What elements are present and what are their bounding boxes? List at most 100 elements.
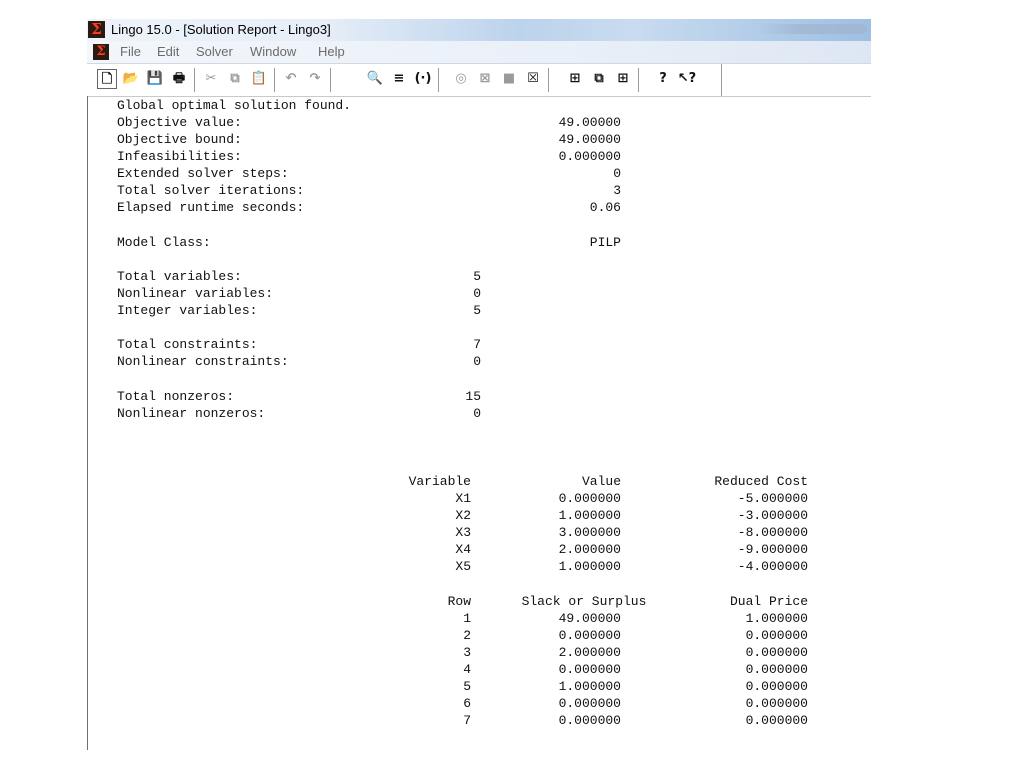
summary-label: Objective value: [117,115,242,130]
find-icon[interactable]: 🔍 [365,69,385,89]
row-slack: 0.000000 [558,713,621,728]
toolbar-separator [438,68,439,92]
toolbar-end-divider [721,64,722,96]
objective-bound: 49.00000 [558,132,621,147]
undo-icon[interactable]: ↶ [281,69,301,89]
window-left-border [87,96,88,750]
row-number: 4 [463,662,471,677]
iterations-value: 3 [613,183,621,198]
runtime-value: 0.06 [589,200,621,215]
variable-reduced-cost: -5.000000 [737,491,808,506]
model-class-label: Model Class: [117,235,211,250]
infeasibilities-value: 0.000000 [558,149,621,164]
context-help-icon[interactable]: ↖? [677,69,697,89]
document-sigma-icon[interactable]: Σ [93,44,109,60]
row-number: 6 [463,696,471,711]
help-icon[interactable]: ? [653,69,673,89]
variables-header-variable: Variable [408,474,471,489]
row-slack: 0.000000 [558,628,621,643]
summary-label: Extended solver steps: [117,166,289,181]
toolbar-separator [548,68,549,92]
variable-reduced-cost: -3.000000 [737,508,808,523]
summary-label: Infeasibilities: [117,149,242,164]
toolbar-separator [194,68,195,92]
row-dual-price: 0.000000 [745,713,808,728]
toolbar-separator [638,68,639,92]
row-number: 1 [463,611,471,626]
variable-reduced-cost: -9.000000 [737,542,808,557]
menu-solver[interactable]: Solver [196,44,233,60]
summary-label: Objective bound: [117,132,242,147]
copy-icon[interactable]: ⧉ [225,69,245,89]
variable-name: X3 [455,525,471,540]
count-label: Integer variables: [117,303,258,318]
match-parenthesis-icon[interactable]: (·) [413,69,433,89]
lingo-sigma-icon[interactable]: Σ [88,21,105,38]
title-bar-decoration [757,24,867,34]
count-value: 0 [473,354,481,369]
variable-value: 0.000000 [558,491,621,506]
paste-icon[interactable]: 📋 [249,69,269,89]
cut-icon[interactable]: ✂ [201,69,221,89]
variable-value: 1.000000 [558,559,621,574]
count-value: 7 [473,337,481,352]
solve-icon[interactable]: ◎ [451,69,471,89]
count-label: Nonlinear nonzeros: [117,406,266,421]
window-title: Lingo 15.0 - [Solution Report - Lingo3] [111,22,331,37]
row-slack: 1.000000 [558,679,621,694]
row-number: 3 [463,645,471,660]
count-value: 0 [473,286,481,301]
menu-help[interactable]: Help [318,44,345,60]
variables-header-value: Value [581,474,621,489]
rows-header-slack: Slack or Surplus [521,594,647,609]
variable-name: X1 [455,491,471,506]
row-number: 5 [463,679,471,694]
tile-icon[interactable]: ⊞ [565,69,585,89]
extended-steps-value: 0 [613,166,621,181]
row-dual-price: 0.000000 [745,628,808,643]
menu-bar: Σ File Edit Solver Window Help [87,41,871,64]
variable-reduced-cost: -4.000000 [737,559,808,574]
redo-icon[interactable]: ↷ [305,69,325,89]
count-value: 15 [465,389,481,404]
count-label: Nonlinear variables: [117,286,274,301]
toolbar-separator [274,68,275,92]
save-icon[interactable]: 💾 [145,69,165,89]
row-slack: 0.000000 [558,696,621,711]
count-label: Total variables: [117,269,242,284]
close-all-icon[interactable]: ☒ [523,69,543,89]
row-dual-price: 0.000000 [745,662,808,677]
summary-label: Total solver iterations: [117,183,305,198]
row-dual-price: 1.000000 [745,611,808,626]
print-icon[interactable]: 🖶 [169,69,189,89]
row-slack: 0.000000 [558,662,621,677]
variable-reduced-cost: -8.000000 [737,525,808,540]
row-dual-price: 0.000000 [745,679,808,694]
title-bar[interactable]: Σ Lingo 15.0 - [Solution Report - Lingo3… [87,19,871,41]
count-label: Total constraints: [117,337,258,352]
toolbar-separator [330,68,331,92]
model-class-value: PILP [589,235,621,250]
close-solution-icon[interactable]: ⊠ [475,69,495,89]
count-value: 0 [473,406,481,421]
row-number: 2 [463,628,471,643]
count-value: 5 [473,269,481,284]
new-file-icon[interactable]: 🗋 [97,69,117,89]
status-line: Global optimal solution found. [117,98,352,113]
menu-window[interactable]: Window [250,44,296,60]
menu-file[interactable]: File [120,44,141,60]
send-to-back-icon[interactable]: ■ [499,69,519,89]
row-slack: 49.00000 [558,611,621,626]
row-number: 7 [463,713,471,728]
row-dual-price: 0.000000 [745,696,808,711]
variable-name: X5 [455,559,471,574]
variable-value: 3.000000 [558,525,621,540]
grid-icon[interactable]: ⊞ [613,69,633,89]
variable-name: X2 [455,508,471,523]
cascade-icon[interactable]: ⧉ [589,69,609,89]
toolbar: 🗋 📂 💾 🖶 ✂ ⧉ 📋 ↶ ↷ 🔍 ≡ (·) ◎ ⊠ ■ ☒ ⊞ ⧉ ⊞ … [87,64,871,97]
menu-edit[interactable]: Edit [157,44,179,60]
row-slack: 2.000000 [558,645,621,660]
open-folder-icon[interactable]: 📂 [121,69,141,89]
goto-line-icon[interactable]: ≡ [389,69,409,89]
